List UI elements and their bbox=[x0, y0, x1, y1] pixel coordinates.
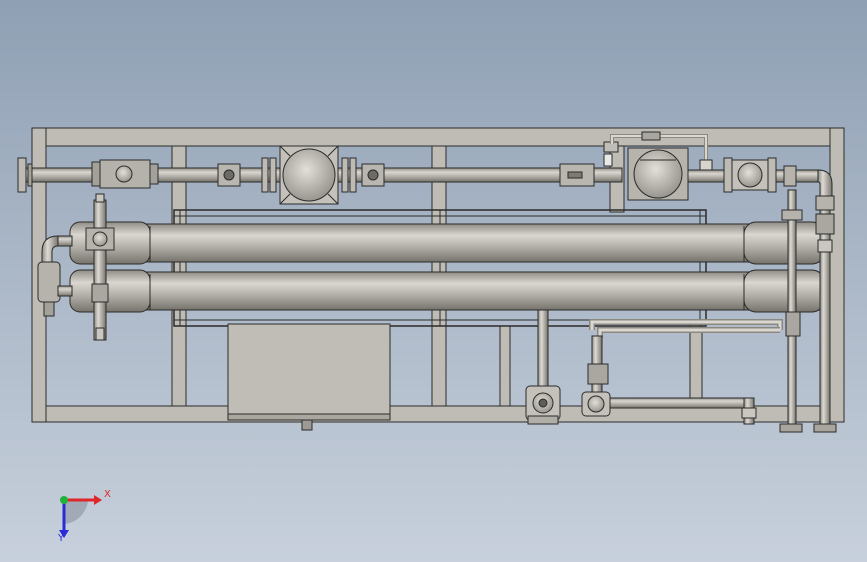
frame-top-rail bbox=[31, 127, 845, 147]
drain-valve bbox=[301, 419, 313, 431]
graphics-viewport[interactable]: X Y bbox=[0, 0, 867, 562]
frame-post-5 bbox=[499, 325, 511, 407]
triad-origin bbox=[60, 496, 68, 504]
membrane-vessel-upper bbox=[69, 221, 831, 265]
skid-assembly-model[interactable] bbox=[0, 0, 867, 562]
collection-tank bbox=[227, 323, 391, 431]
frame-post-4 bbox=[689, 325, 703, 407]
orientation-triad: X Y bbox=[44, 478, 114, 544]
y-axis-label: Y bbox=[58, 533, 65, 544]
left-manifold bbox=[37, 193, 115, 341]
x-axis-label: X bbox=[104, 489, 111, 500]
inlet-flange bbox=[17, 157, 27, 193]
frame-right-post bbox=[829, 127, 845, 423]
membrane-vessel-lower bbox=[69, 269, 831, 313]
triad-graphic bbox=[59, 495, 102, 538]
sample-cylinder bbox=[37, 261, 61, 303]
